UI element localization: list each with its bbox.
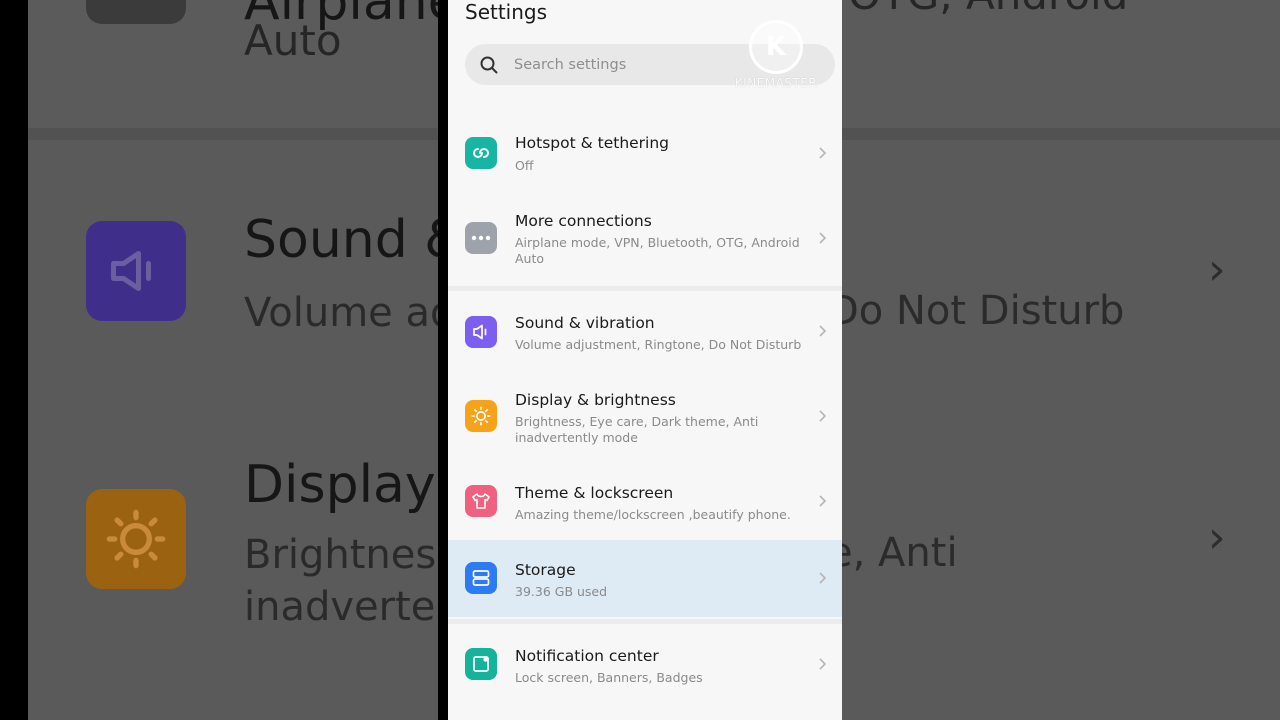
section-divider [448,286,842,291]
settings-item-theme[interactable]: Theme & lockscreen Amazing theme/lockscr… [448,470,842,540]
bg-text-top-right: OTG, Android [848,0,1128,19]
item-subtitle: 39.36 GB used [515,584,608,599]
chevron-right-icon [819,232,827,244]
settings-screen: Settings Search settings K KINEMASTER Ho… [448,0,842,720]
bg-sound-sub: Volume ad [244,290,456,336]
item-label: Theme & lockscreen [515,484,674,502]
settings-item-notification-center[interactable]: Notification center Lock screen, Banners… [448,633,842,703]
bg-sun-icon [86,489,186,589]
watermark-text: KINEMASTER [734,76,818,90]
item-subtitle: Lock screen, Banners, Badges [515,670,703,685]
bg-display-sub1: Brightness [244,532,458,578]
settings-item-hotspot[interactable]: Hotspot & tethering Off [448,120,842,190]
bg-chevron-right-icon: › [1208,244,1226,295]
chevron-right-icon [819,658,827,670]
bg-display-right: e, Anti [828,530,958,576]
item-label: Notification center [515,647,659,665]
bg-sound-title: Sound & [244,210,465,270]
settings-item-more-connections[interactable]: More connections Airplane mode, VPN, Blu… [448,198,842,282]
kinemaster-logo: K [749,20,803,74]
sun-icon [465,400,497,432]
item-subtitle: Off [515,158,534,173]
hotspot-icon [465,137,497,169]
speaker-icon [465,316,497,348]
item-label: Hotspot & tethering [515,134,670,152]
item-label: Sound & vibration [515,314,655,332]
settings-item-display[interactable]: Display & brightness Brightness, Eye car… [448,377,842,461]
chevron-right-icon [819,495,827,507]
settings-item-sound[interactable]: Sound & vibration Volume adjustment, Rin… [448,300,842,370]
kinemaster-watermark: K KINEMASTER [726,20,826,90]
page-title: Settings [465,0,548,24]
item-subtitle: Brightness, Eye care, Dark theme, Anti i… [515,414,759,445]
item-label: Display & brightness [515,391,676,409]
search-placeholder: Search settings [514,56,627,73]
storage-icon [465,562,497,594]
black-edge [438,0,448,720]
bg-text-auto: Auto [244,16,342,65]
settings-item-storage[interactable]: Storage 39.36 GB used [448,547,842,617]
bg-chevron-right-icon: › [1208,512,1226,563]
more-dots-icon [465,222,497,254]
section-divider [448,619,842,624]
search-icon [480,56,498,73]
item-label: More connections [515,212,652,230]
item-subtitle: Airplane mode, VPN, Bluetooth, OTG, Andr… [515,235,800,266]
bg-speaker-icon [86,221,186,321]
bg-display-sub2: inadverten [244,584,461,630]
notification-icon [465,648,497,680]
item-subtitle: Volume adjustment, Ringtone, Do Not Dist… [515,337,802,352]
chevron-right-icon [819,147,827,159]
chevron-right-icon [819,325,827,337]
chevron-right-icon [819,572,827,584]
chevron-right-icon [819,410,827,422]
item-subtitle: Amazing theme/lockscreen ,beautify phone… [515,507,791,522]
bg-more-dots-icon [86,0,186,24]
shirt-icon [465,485,497,517]
bg-sound-right: Do Not Disturb [828,288,1125,334]
item-label: Storage [515,561,576,579]
